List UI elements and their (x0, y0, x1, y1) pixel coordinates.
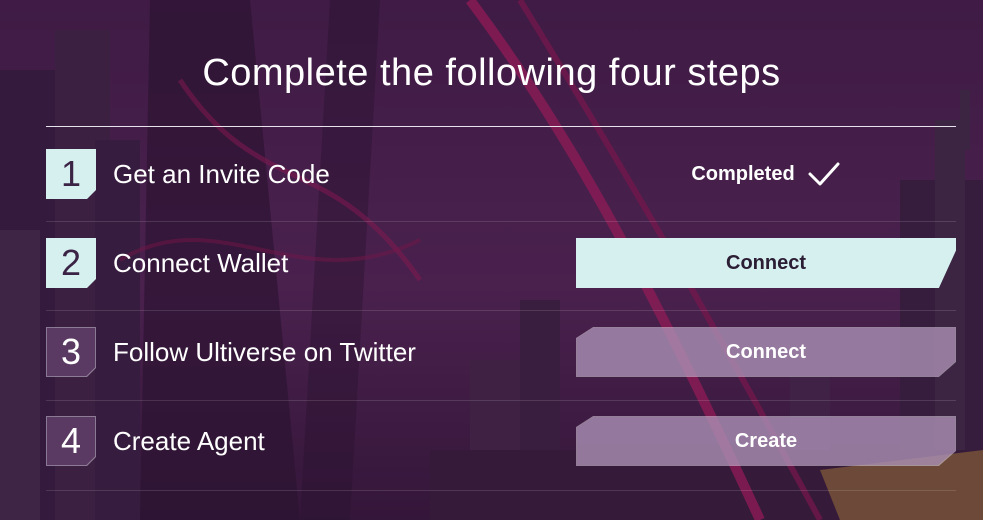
connect-twitter-button[interactable]: Connect (576, 327, 956, 377)
checkmark-icon (808, 162, 840, 186)
row-divider (46, 221, 956, 222)
step-2-row: 2 Connect Wallet Connect (46, 238, 956, 288)
connect-wallet-button[interactable]: Connect (576, 238, 956, 288)
row-divider (46, 490, 956, 491)
step-2-label: Connect Wallet (113, 248, 289, 278)
title-divider (46, 126, 956, 127)
step-1-label: Get an Invite Code (113, 159, 330, 189)
step-1-number: 1 (46, 149, 96, 199)
step-1-status: Completed (576, 149, 956, 199)
create-agent-button[interactable]: Create (576, 416, 956, 466)
step-4-row: 4 Create Agent Create (46, 416, 956, 466)
step-4-label: Create Agent (113, 426, 265, 456)
step-1-row: 1 Get an Invite Code Completed (46, 149, 956, 199)
completed-status-text: Completed (691, 162, 795, 185)
row-divider (46, 310, 956, 311)
row-divider (46, 400, 956, 401)
step-2-number: 2 (46, 238, 96, 288)
connect-twitter-button-label: Connect (577, 328, 955, 376)
step-3-row: 3 Follow Ultiverse on Twitter Connect (46, 327, 956, 377)
create-agent-button-label: Create (577, 417, 955, 465)
step-3-label: Follow Ultiverse on Twitter (113, 337, 416, 367)
step-4-number-text: 4 (47, 417, 95, 465)
step-4-number: 4 (46, 416, 96, 466)
step-3-number: 3 (46, 327, 96, 377)
step-3-number-text: 3 (47, 328, 95, 376)
page-title: Complete the following four steps (202, 52, 781, 94)
